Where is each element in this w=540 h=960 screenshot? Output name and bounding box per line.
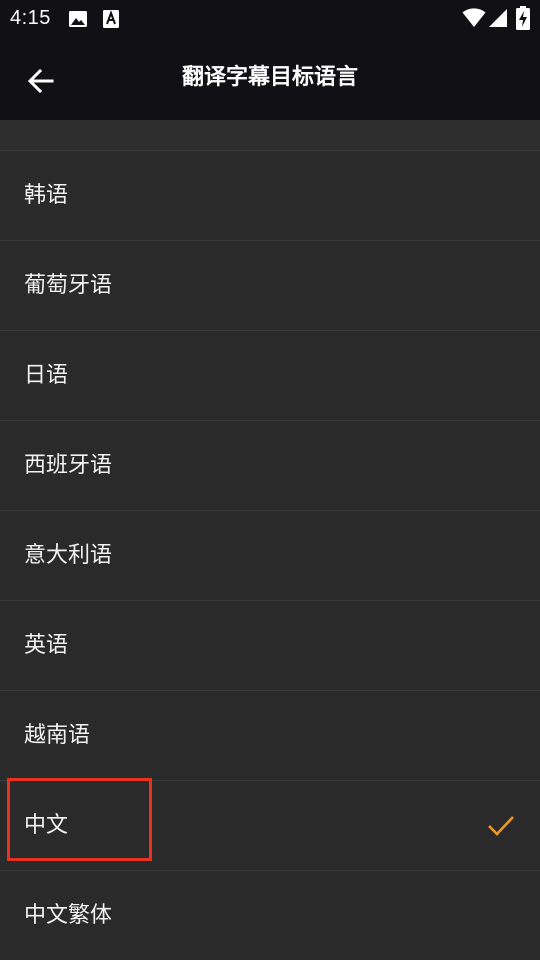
font-download-icon [102,9,120,33]
list-item-label: 西班牙语 [24,453,113,478]
list-item-traditional-chinese[interactable]: 中文繁体 [0,870,540,960]
status-bar: 4:15 [0,0,540,38]
list-item-label: 英语 [24,633,69,658]
list-item-label: 意大利语 [24,543,113,568]
list-item-label: 中文繁体 [24,903,113,928]
list-item-english[interactable]: 英语 [0,600,540,690]
checkmark-icon [486,811,516,841]
image-icon [68,9,88,33]
list-item-korean[interactable]: 韩语 [0,150,540,240]
list-item-portuguese[interactable]: 葡萄牙语 [0,240,540,330]
app-bar: 翻译字幕目标语言 [0,38,540,120]
list-top-spacer [0,120,540,150]
list-item-label: 日语 [24,363,69,388]
list-item-label: 越南语 [24,723,91,748]
list-item-chinese[interactable]: 中文 [0,780,540,870]
list-item-spanish[interactable]: 西班牙语 [0,420,540,510]
wifi-icon [462,8,486,32]
battery-charging-icon [516,6,530,34]
status-time: 4:15 [10,7,51,29]
page-title: 翻译字幕目标语言 [181,65,358,90]
list-item-label: 韩语 [24,183,69,208]
language-list: 韩语 葡萄牙语 日语 西班牙语 意大利语 英语 越南语 中文 中文繁体 [0,150,540,960]
list-item-label: 中文 [24,813,69,838]
list-item-label: 葡萄牙语 [24,273,113,298]
list-item-japanese[interactable]: 日语 [0,330,540,420]
list-item-italian[interactable]: 意大利语 [0,510,540,600]
list-item-vietnamese[interactable]: 越南语 [0,690,540,780]
cellular-signal-icon [488,8,508,32]
